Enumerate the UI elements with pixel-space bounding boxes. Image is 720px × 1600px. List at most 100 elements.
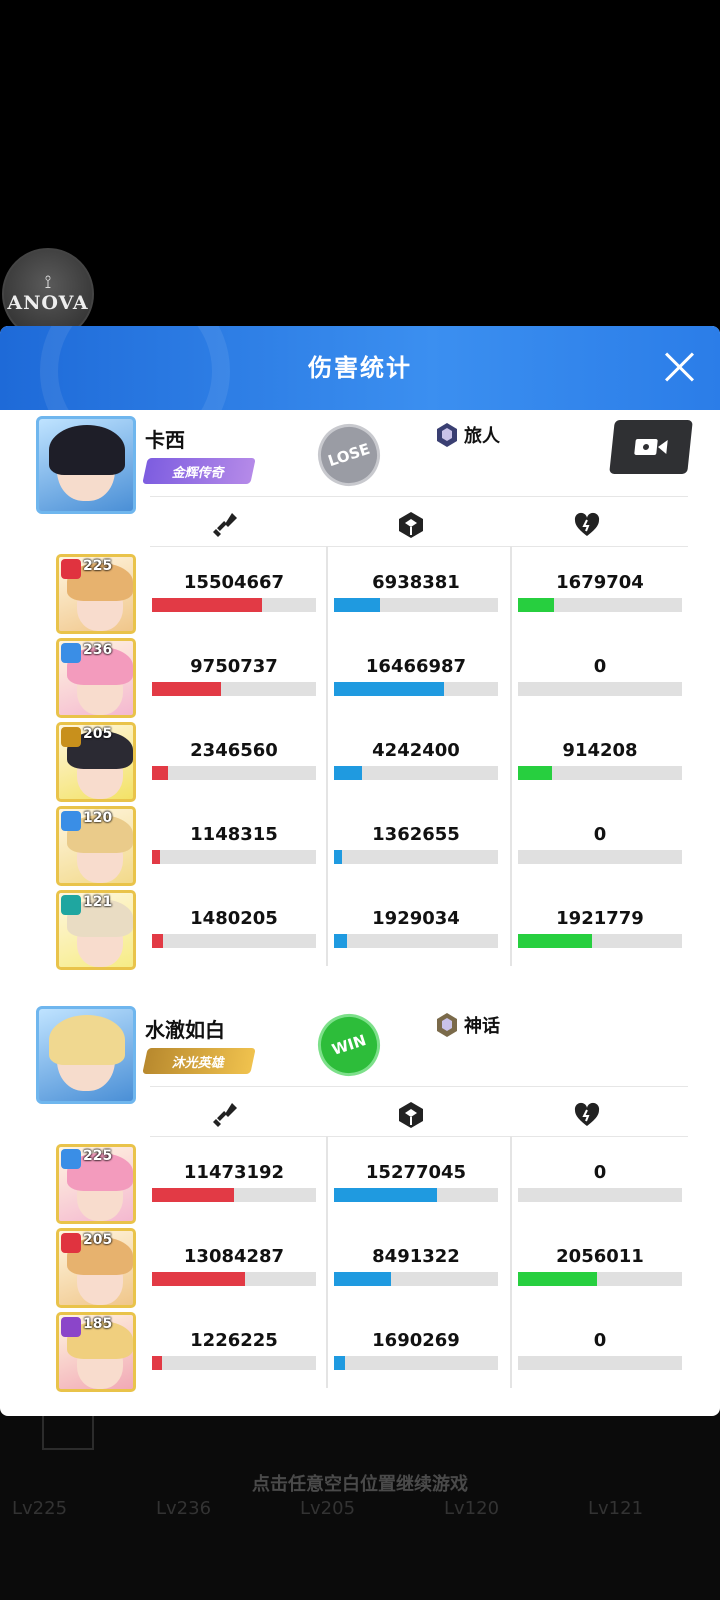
fire-element-icon [61,1233,81,1253]
stat-damage-taken: 4242400 [334,740,498,780]
stat-bar-fill [334,598,380,612]
ice-element-icon [61,643,81,663]
hero-level: 121 [83,894,113,910]
title-tag-label: 神话 [464,1016,500,1037]
hero-portrait[interactable]: 236 [56,638,136,718]
hero-level: 120 [83,810,113,826]
header-divider [150,496,688,497]
background-battle-area[interactable]: 点击任意空白位置继续游戏 Lv225 Lv236 Lv205 Lv120 Lv1… [0,1410,720,1600]
stat-bar [334,1272,498,1286]
player-avatar[interactable] [36,416,136,514]
stat-bar [152,1188,316,1202]
video-camera-icon[interactable] [609,420,693,474]
bg-level: Lv121 [588,1498,644,1519]
stat-healing: 2056011 [518,1246,682,1286]
dark-element-icon [61,1317,81,1337]
hero-portrait[interactable]: 205 [56,722,136,802]
hero-row: 225 15504667 6938381 1679704 [0,554,720,638]
stat-bar [152,1356,316,1370]
stat-value: 0 [593,1162,607,1183]
stat-bar [518,934,682,948]
stat-bar-fill [334,682,444,696]
stat-bar [518,598,682,612]
stat-bar [518,1356,682,1370]
hero-portrait[interactable]: 121 [56,890,136,970]
stat-bar-fill [334,1272,392,1286]
ice-element-icon [61,1149,81,1169]
stat-bar [334,766,498,780]
stat-value: 2346560 [190,740,278,761]
hero-portrait[interactable]: 120 [56,806,136,886]
stat-bar [518,1272,682,1286]
shield-icon [396,510,426,540]
panel-title: 伤害统计 [308,354,412,382]
stat-damage: 15504667 [152,572,316,612]
player-avatar[interactable] [36,1006,136,1104]
stat-healing: 1921779 [518,908,682,948]
stat-damage-taken: 8491322 [334,1246,498,1286]
hero-row: 205 2346560 4242400 914208 [0,722,720,806]
stat-bar [152,598,316,612]
stat-bar [152,682,316,696]
hero-portrait[interactable]: 185 [56,1312,136,1392]
stat-bar [152,850,316,864]
hero-level: 225 [83,558,113,574]
stat-bar-fill [334,766,362,780]
continue-hint: 点击任意空白位置继续游戏 [252,1474,468,1495]
stat-bar [334,682,498,696]
player-name: 卡西 [145,428,185,452]
hero-portrait[interactable]: 225 [56,554,136,634]
heart-icon [572,1100,602,1130]
hero-level: 225 [83,1148,113,1164]
bg-level: Lv120 [444,1498,500,1519]
header-divider [150,1086,688,1087]
stat-bar [518,850,682,864]
stat-value: 0 [593,1330,607,1351]
stat-damage-taken: 16466987 [334,656,498,696]
stat-bar-fill [334,850,343,864]
stat-damage: 11473192 [152,1162,316,1202]
stat-bar [334,1356,498,1370]
ice-element-icon [61,811,81,831]
title-tag: 旅人 [434,422,500,448]
stat-bar-fill [152,682,221,696]
hero-row: 121 1480205 1929034 1921779 [0,890,720,974]
stat-value: 1921779 [556,908,644,929]
hero-level: 185 [83,1316,113,1332]
stat-bar-fill [152,1272,246,1286]
bg-level: Lv205 [300,1498,356,1519]
hero-level: 205 [83,726,113,742]
title-tag: 神话 [434,1012,500,1038]
header-divider [150,1136,688,1137]
hero-row: 120 1148315 1362655 0 [0,806,720,890]
stat-value: 1480205 [190,908,278,929]
hero-row: 225 11473192 15277045 0 [0,1144,720,1228]
hero-portrait[interactable]: 225 [56,1144,136,1224]
stat-bar-fill [518,598,555,612]
avatar-hair [49,425,125,475]
stat-bar-fill [152,1188,234,1202]
background-hero-levels: Lv225 Lv236 Lv205 Lv120 Lv121 [0,1498,720,1519]
stat-bar-fill [334,1188,438,1202]
header-divider [150,546,688,547]
hero-level: 205 [83,1232,113,1248]
team-section: 卡西 金辉传奇 LOSE 旅人 225 15504667 6938381 1679704 236… [0,415,720,976]
stat-value: 914208 [562,740,638,761]
panel-header: 伤害统计 [0,326,720,466]
close-icon[interactable] [662,350,696,384]
stat-bar [518,1188,682,1202]
hero-portrait[interactable]: 205 [56,1228,136,1308]
logo-text: ANOVA [7,292,89,314]
hero-level: 236 [83,642,113,658]
hero-row: 205 13084287 8491322 2056011 [0,1228,720,1312]
stats-toggle-icon [42,1410,94,1450]
stat-value: 15504667 [183,572,285,593]
rank-badge: 金辉传奇 [142,458,256,484]
stat-value: 11473192 [183,1162,285,1183]
hero-row: 236 9750737 16466987 0 [0,638,720,722]
stat-value: 0 [593,656,607,677]
stat-value: 6938381 [372,572,460,593]
stat-bar [334,1188,498,1202]
hero-row: 185 1226225 1690269 0 [0,1312,720,1396]
sword-icon [210,1100,240,1130]
